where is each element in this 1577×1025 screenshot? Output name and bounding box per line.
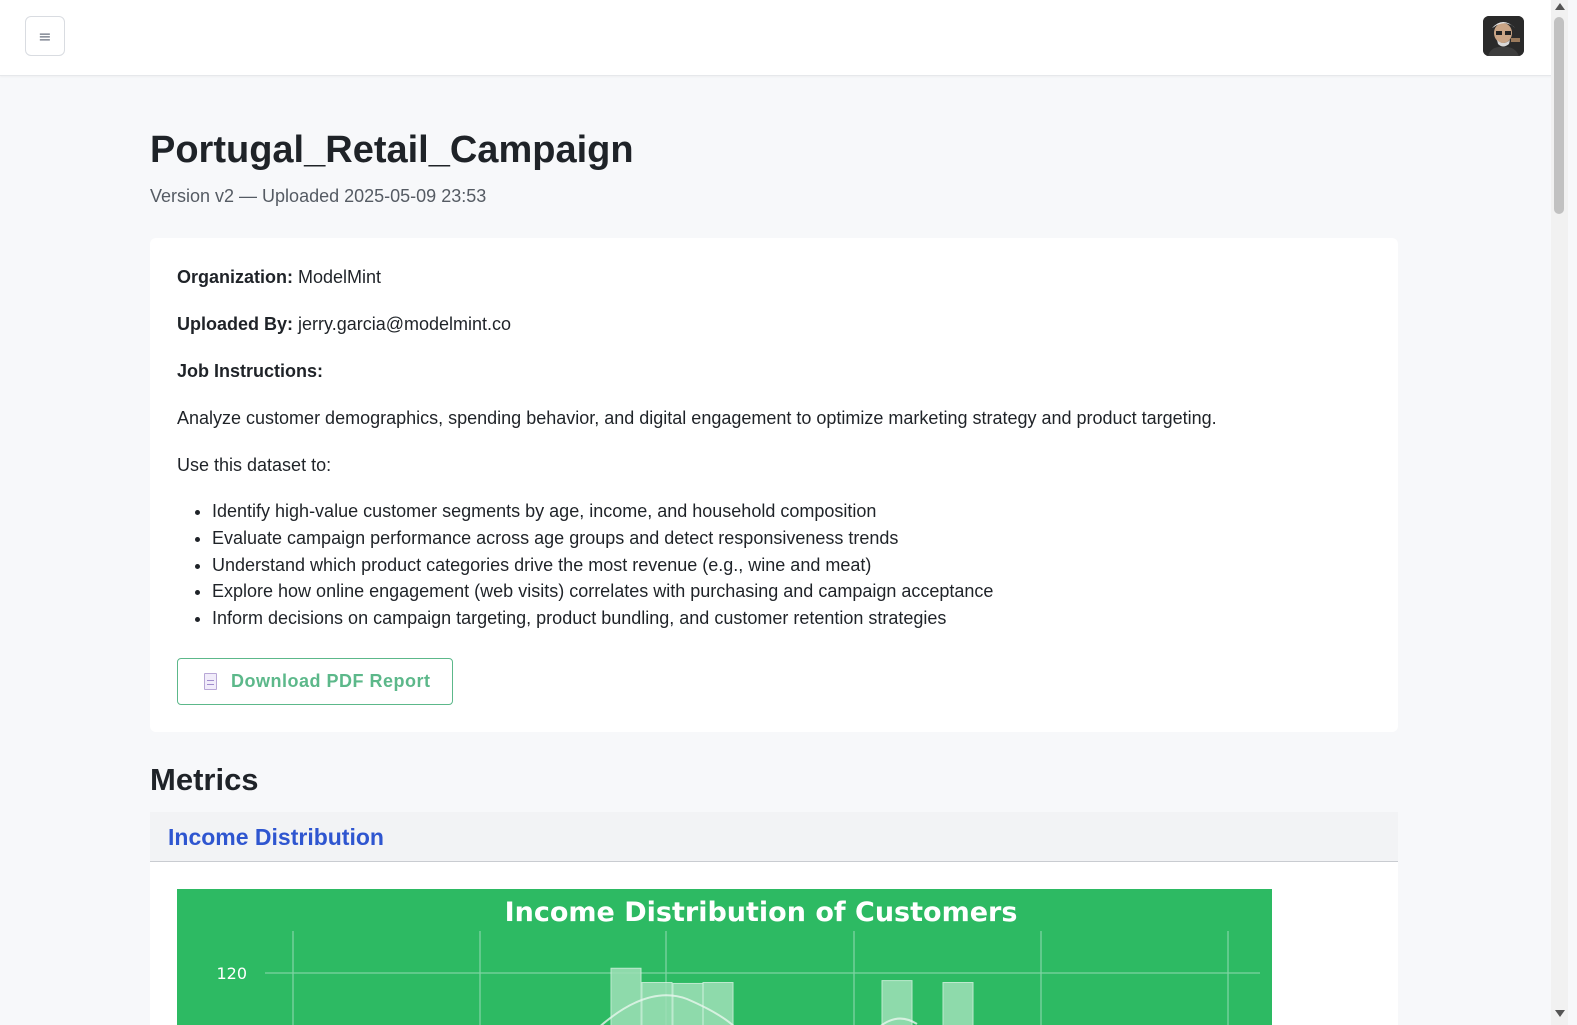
chart-gridlines bbox=[292, 931, 1229, 1025]
document-icon bbox=[204, 673, 217, 690]
vertical-scrollbar[interactable] bbox=[1551, 0, 1568, 1025]
scrollbar-thumb[interactable] bbox=[1554, 17, 1564, 214]
income-distribution-panel: Income Distribution of Customers 120 bbox=[150, 862, 1398, 1025]
job-instructions-label: Job Instructions: bbox=[177, 361, 324, 381]
page-subtitle: Version v2 — Uploaded 2025-05-09 23:53 bbox=[150, 186, 487, 206]
user-avatar[interactable] bbox=[1483, 16, 1524, 56]
page-title: Portugal_Retail_Campaign bbox=[150, 129, 634, 171]
organization-row: Organization: ModelMint bbox=[177, 267, 381, 288]
histogram-bar bbox=[942, 982, 974, 1025]
avatar-image bbox=[1483, 16, 1524, 56]
list-item: Identify high-value customer segments by… bbox=[212, 498, 993, 525]
download-pdf-button[interactable]: Download PDF Report bbox=[177, 658, 453, 705]
dataset-info-card: Organization: ModelMint Uploaded By: jer… bbox=[150, 238, 1398, 732]
hamburger-menu-button[interactable]: ≡ bbox=[25, 16, 65, 56]
list-item: Explore how online engagement (web visit… bbox=[212, 578, 993, 605]
hamburger-menu-icon: ≡ bbox=[38, 26, 52, 46]
chart-title: Income Distribution of Customers bbox=[505, 897, 1018, 928]
use-intro: Use this dataset to: bbox=[177, 455, 332, 475]
organization-label: Organization: bbox=[177, 267, 293, 287]
income-distribution-title[interactable]: Income Distribution bbox=[168, 824, 384, 851]
uploaded-by-value: jerry.garcia@modelmint.co bbox=[298, 314, 512, 334]
top-navbar: ≡ bbox=[0, 0, 1560, 76]
chart-bars bbox=[610, 967, 974, 1025]
use-cases-list: Identify high-value customer segments by… bbox=[212, 498, 993, 632]
income-chart: Income Distribution of Customers 120 bbox=[177, 889, 1272, 1025]
job-description: Analyze customer demographics, spending … bbox=[177, 408, 1217, 428]
uploaded-by-label: Uploaded By: bbox=[177, 314, 294, 334]
metrics-heading: Metrics bbox=[150, 762, 259, 797]
job-instructions-row: Job Instructions: bbox=[177, 361, 323, 382]
histogram-bar bbox=[641, 982, 673, 1025]
histogram-bar bbox=[610, 967, 642, 1025]
uploaded-by-row: Uploaded By: jerry.garcia@modelmint.co bbox=[177, 314, 511, 335]
scroll-up-arrow-icon[interactable] bbox=[1555, 3, 1565, 10]
list-item: Inform decisions on campaign targeting, … bbox=[212, 605, 993, 632]
download-pdf-label: Download PDF Report bbox=[231, 671, 431, 691]
list-item: Understand which product categories driv… bbox=[212, 552, 993, 579]
list-item: Evaluate campaign performance across age… bbox=[212, 525, 993, 552]
chart-y-ticks: 120 bbox=[216, 964, 1260, 983]
organization-value: ModelMint bbox=[298, 267, 382, 287]
scroll-down-arrow-icon[interactable] bbox=[1555, 1010, 1565, 1017]
y-tick-label: 120 bbox=[216, 964, 247, 983]
histogram-bar bbox=[702, 982, 734, 1025]
income-distribution-header[interactable]: Income Distribution bbox=[150, 812, 1398, 862]
income-chart-svg: Income Distribution of Customers 120 bbox=[216, 897, 1260, 1025]
